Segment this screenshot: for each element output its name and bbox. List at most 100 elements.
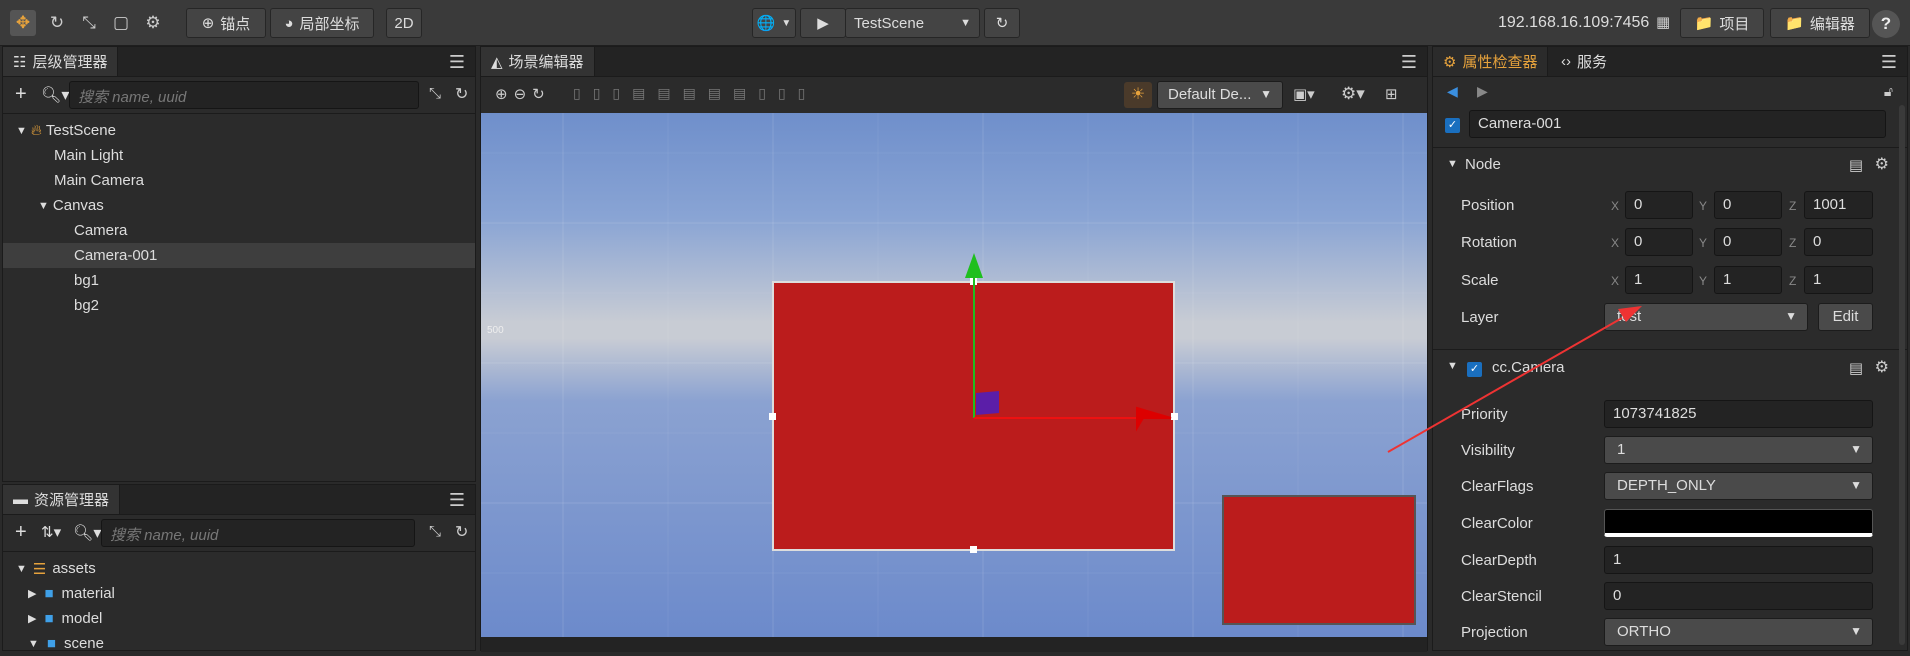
node-active-checkbox[interactable]: ✓ (1445, 115, 1460, 133)
project-button[interactable]: 📁 项目 (1680, 8, 1764, 38)
projection-select[interactable]: ORTHO ▼ (1604, 618, 1873, 646)
scale-z-input[interactable]: 1 (1804, 266, 1873, 294)
clearflags-row: ClearFlags DEPTH_ONLY ▼ (1433, 472, 1907, 502)
scene-select[interactable]: TestScene ▼ (845, 8, 980, 38)
hierarchy-panel: ☷ 层级管理器 ☰ + 🔍︎▾ 搜索 name, uuid ⤡ ↻ ▼ 🔥︎ Test… (2, 46, 476, 482)
tree-item-model[interactable]: ▶ ■ model (3, 606, 475, 631)
layer-select[interactable]: test ▼ (1604, 303, 1808, 331)
anchor-button[interactable]: ⊕ 锚点 (186, 8, 266, 38)
camera-select[interactable]: Default De... ▼ (1157, 81, 1283, 109)
tree-item-camera[interactable]: Camera (3, 218, 475, 243)
refresh-button[interactable]: ↻ (984, 8, 1020, 38)
collapse-icon[interactable]: ⤡ (429, 85, 441, 102)
refresh-icon[interactable]: ↻ (455, 84, 468, 104)
hierarchy-search-input[interactable]: 搜索 name, uuid (69, 81, 419, 109)
tree-item-main-camera[interactable]: Main Camera (3, 168, 475, 193)
position-z-input[interactable]: 1001 (1804, 191, 1873, 219)
refresh-icon[interactable]: ↻ (455, 522, 468, 542)
menu-icon[interactable]: ☰ (449, 52, 465, 73)
qr-icon[interactable]: ▦ (1656, 13, 1670, 31)
tab-service[interactable]: ‹› 服务 (1551, 47, 1617, 76)
folder-icon: 📁 (1785, 15, 1804, 32)
gear-icon[interactable]: ⚙ (140, 10, 166, 36)
inspector-scrollbar[interactable] (1899, 105, 1905, 645)
search-icon[interactable]: 🔍︎▾ (41, 85, 69, 105)
play-button[interactable]: ▶ (800, 8, 846, 38)
clearcolor-swatch[interactable] (1604, 509, 1873, 537)
tree-item-main-light[interactable]: Main Light (3, 143, 475, 168)
globe-icon: 🌐 (756, 15, 776, 32)
tree-item-material[interactable]: ▶ ■ material (3, 581, 475, 606)
position-y-input[interactable]: 0 (1714, 191, 1782, 219)
camera-section-header[interactable]: ▼ ✓ cc.Camera ▤ ⚙ (1433, 349, 1907, 385)
add-icon[interactable]: + (15, 83, 27, 106)
zoom-icons[interactable]: ⊕⊖↻ (495, 85, 551, 103)
menu-icon[interactable]: ☰ (1881, 52, 1897, 73)
search-icon[interactable]: 🔍︎▾ (73, 523, 101, 543)
clearflags-select[interactable]: DEPTH_ONLY ▼ (1604, 472, 1873, 500)
tree-item-canvas[interactable]: ▼ Canvas (3, 193, 475, 218)
clearstencil-input[interactable]: 0 (1604, 582, 1873, 610)
menu-icon[interactable]: ☰ (449, 490, 465, 511)
node-name-input[interactable]: Camera-001 (1469, 110, 1886, 138)
scale-y-input[interactable]: 1 (1714, 266, 1782, 294)
local-coord-button[interactable]: ◕ 局部坐标 (270, 8, 374, 38)
camera-enabled-checkbox[interactable]: ✓ (1467, 359, 1482, 377)
folder-icon: ▬ (13, 491, 28, 508)
gear-icon[interactable]: ⚙ (1875, 154, 1889, 174)
scene-editor-panel: ◭ 场景编辑器 ☰ ⊕⊖↻ ▯▯▯▤▤▤▤▤▯▯▯ ☀ Default De...… (480, 46, 1428, 652)
gear-icon[interactable]: ⚙ (1875, 357, 1889, 377)
gear-icon[interactable]: ⚙▾ (1341, 84, 1365, 104)
node-section-header[interactable]: ▼ Node ▤ ⚙ (1433, 147, 1907, 181)
tree-item-scene[interactable]: ▼ ■ scene (3, 631, 475, 656)
tree-item-testscene[interactable]: ▼ 🔥︎ TestScene (3, 118, 475, 143)
back-icon[interactable]: ◀ (1447, 83, 1458, 100)
assets-search-input[interactable]: 搜索 name, uuid (101, 519, 415, 547)
layer-edit-button[interactable]: Edit (1818, 303, 1873, 331)
priority-row: Priority 1073741825 (1433, 400, 1907, 430)
target-icon: ⊕ (201, 15, 215, 32)
rotate-tool-icon[interactable]: ↻ (44, 10, 70, 36)
help-button[interactable]: ? (1872, 10, 1900, 38)
rotation-y-input[interactable]: 0 (1714, 228, 1782, 256)
layer-row: Layer test ▼ Edit (1433, 303, 1907, 333)
tab-scene-editor[interactable]: ◭ 场景编辑器 (481, 47, 595, 76)
doc-icon[interactable]: ▤ (1849, 156, 1863, 174)
tree-item-bg1[interactable]: bg1 (3, 268, 475, 293)
tab-assets[interactable]: ▬ 资源管理器 (3, 485, 121, 514)
align-icons[interactable]: ▯▯▯▤▤▤▤▤▯▯▯ (573, 85, 817, 102)
layout-icon[interactable]: ⊞ (1385, 85, 1398, 103)
doc-icon[interactable]: ▤ (1849, 359, 1863, 377)
lock-icon[interactable]: 🔓︎ (1884, 83, 1893, 100)
collapse-icon[interactable]: ⤡ (429, 523, 441, 540)
menu-icon[interactable]: ☰ (1401, 52, 1417, 73)
rotation-z-input[interactable]: 0 (1804, 228, 1873, 256)
code-icon: ‹› (1561, 53, 1571, 70)
main-toolbar: ✥ ↻ ⤡ ▢ ⚙ ⊕ 锚点 ◕ 局部坐标 2D 🌐 ▼ ▶ TestScene ▼ ↻… (0, 0, 1910, 46)
light-icon[interactable]: ☀ (1124, 82, 1152, 108)
tree-item-camera-001[interactable]: Camera-001 (3, 243, 475, 268)
forward-icon[interactable]: ▶ (1477, 83, 1488, 100)
tab-hierarchy[interactable]: ☷ 层级管理器 (3, 47, 119, 76)
move-tool-icon[interactable]: ✥ (10, 10, 36, 36)
mode-2d-button[interactable]: 2D (386, 8, 422, 38)
scale-tool-icon[interactable]: ⤡ (76, 10, 102, 36)
priority-input[interactable]: 1073741825 (1604, 400, 1873, 428)
rect-tool-icon[interactable]: ▢ (108, 10, 134, 36)
tab-inspector[interactable]: ⚙ 属性检查器 (1433, 47, 1549, 76)
rotation-x-input[interactable]: 0 (1625, 228, 1693, 256)
tree-item-assets[interactable]: ▼ ☰ assets (3, 556, 475, 581)
platform-select[interactable]: 🌐 ▼ (752, 8, 796, 38)
cleardepth-input[interactable]: 1 (1604, 546, 1873, 574)
scene-viewport[interactable]: 500 (481, 113, 1427, 637)
camera-preview (1222, 495, 1416, 625)
view-options-icon[interactable]: ▣▾ (1293, 85, 1315, 103)
scale-x-input[interactable]: 1 (1625, 266, 1693, 294)
editor-button[interactable]: 📁 编辑器 (1770, 8, 1870, 38)
visibility-select[interactable]: 1 ▼ (1604, 436, 1873, 464)
position-x-input[interactable]: 0 (1625, 191, 1693, 219)
add-icon[interactable]: + (15, 521, 27, 544)
ip-address: 192.168.16.109:7456 (1498, 14, 1650, 31)
tree-item-bg2[interactable]: bg2 (3, 293, 475, 318)
sort-icon[interactable]: ⇅▾ (41, 523, 61, 541)
